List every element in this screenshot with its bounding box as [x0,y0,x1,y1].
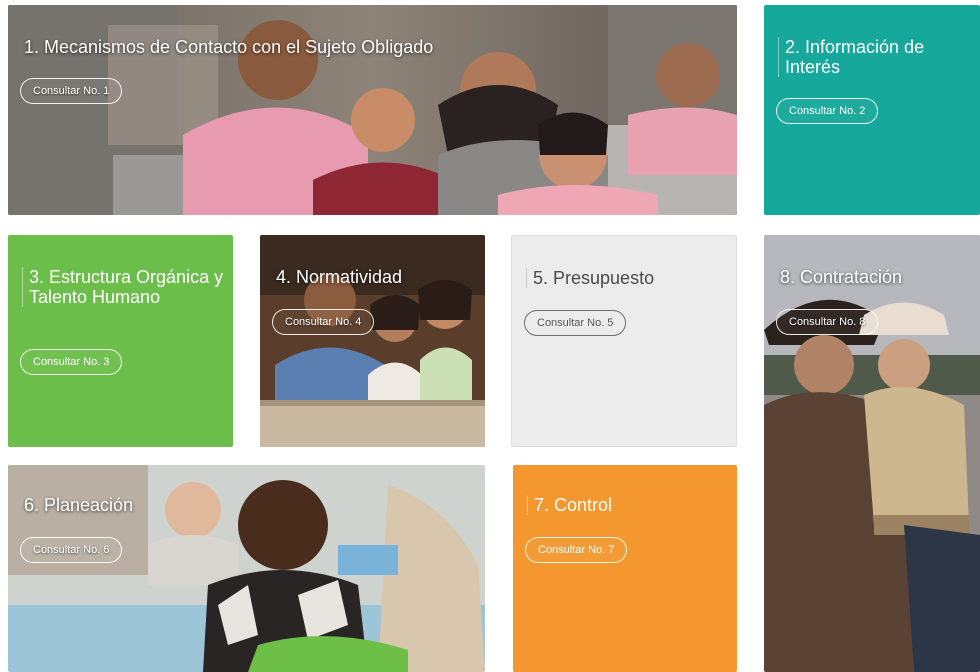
tile-title: 2. Información de Interés [778,37,970,78]
consultar-8-button[interactable]: Consultar No. 8 [776,309,879,335]
tile-presupuesto[interactable]: 5. Presupuesto Consultar No. 5 [511,235,737,447]
tile-title: 6. Planeación [24,495,134,515]
consultar-3-button[interactable]: Consultar No. 3 [20,349,123,375]
tile-estructura-organica[interactable]: 3. Estructura Orgánica y Talento Humano … [8,235,233,447]
consultar-2-button[interactable]: Consultar No. 2 [776,98,879,124]
tile-contratacion[interactable]: 8. Contratación Consultar No. 8 [764,235,980,672]
tile-planeacion[interactable]: 6. Planeación Consultar No. 6 [8,465,485,672]
tile-title: 4. Normatividad [276,267,403,287]
consultar-4-button[interactable]: Consultar No. 4 [272,309,375,335]
tile-normatividad[interactable]: 4. Normatividad Consultar No. 4 [260,235,485,447]
tile-control[interactable]: 7. Control Consultar No. 7 [513,465,737,672]
tile-title: 7. Control [527,495,729,516]
tile-title: 3. Estructura Orgánica y Talento Humano [22,267,224,308]
tile-informacion-interes[interactable]: 2. Información de Interés Consultar No. … [764,5,980,215]
tile-title: 8. Contratación [780,267,903,287]
tile-mecanismos-contacto[interactable]: 1. Mecanismos de Contacto con el Sujeto … [8,5,737,215]
consultar-7-button[interactable]: Consultar No. 7 [525,537,628,563]
consultar-1-button[interactable]: Consultar No. 1 [20,78,123,104]
consultar-6-button[interactable]: Consultar No. 6 [20,537,123,563]
tile-title: 5. Presupuesto [526,268,728,289]
farmer-photo [764,235,980,672]
consultar-5-button[interactable]: Consultar No. 5 [524,310,627,336]
tile-title: 1. Mecanismos de Contacto con el Sujeto … [24,37,434,57]
